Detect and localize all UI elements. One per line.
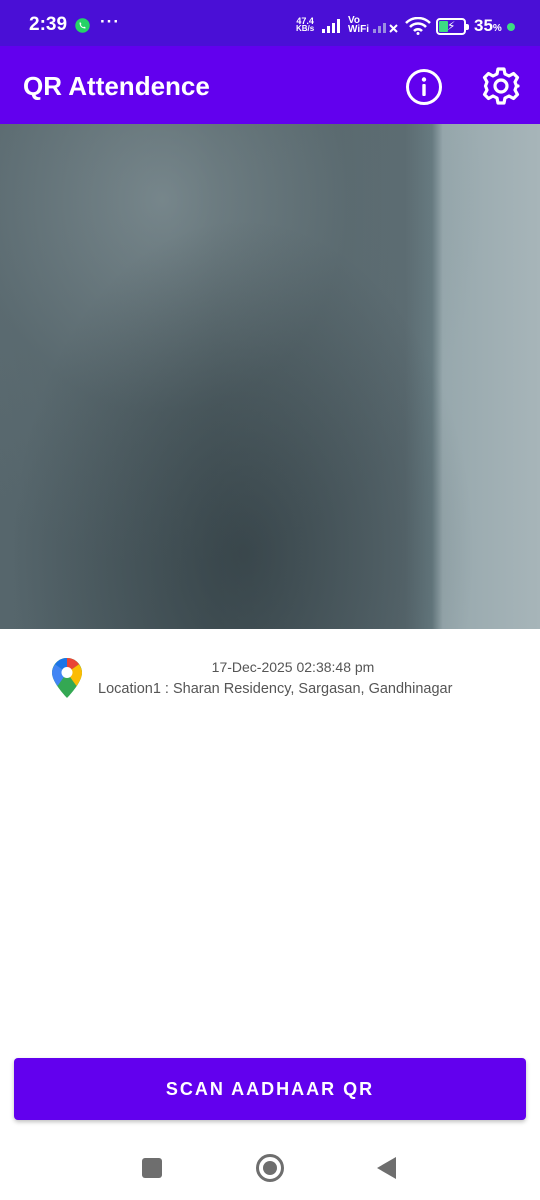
system-nav-bar	[0, 1138, 540, 1200]
whatsapp-icon	[75, 18, 90, 33]
home-button[interactable]	[256, 1154, 284, 1182]
app-bar: QR Attendence	[0, 46, 540, 124]
status-time: 2:39	[29, 14, 68, 35]
recent-apps-button[interactable]	[142, 1158, 162, 1178]
privacy-indicator-dot	[507, 23, 515, 31]
battery-charging-icon: ⚡	[436, 18, 469, 35]
back-button[interactable]	[377, 1157, 396, 1179]
home-icon	[263, 1161, 277, 1175]
more-notifications-icon: ···	[100, 12, 120, 31]
wifi-icon	[405, 17, 431, 35]
network-speed: 47.4 KB/s	[296, 16, 315, 33]
google-maps-pin-icon	[52, 658, 82, 698]
status-bar: 2:39 ··· 47.4 KB/s Vo WiFi ⚡ 35%	[0, 0, 540, 46]
info-icon[interactable]	[405, 68, 443, 106]
signal-icon	[322, 19, 340, 33]
scan-location: Location1 : Sharan Residency, Sargasan, …	[98, 681, 453, 697]
settings-icon[interactable]	[481, 66, 521, 106]
scan-aadhaar-qr-button[interactable]: SCAN AADHAAR QR	[14, 1058, 526, 1120]
scan-datetime: 17-Dec-2025 02:38:48 pm	[211, 659, 375, 675]
vowifi-indicator: Vo WiFi	[348, 15, 370, 35]
app-title: QR Attendence	[23, 71, 210, 101]
signal-off-icon	[373, 23, 398, 33]
battery-percent: 35%	[474, 16, 502, 35]
camera-preview[interactable]	[0, 124, 540, 629]
scan-info: 17-Dec-2025 02:38:48 pm Location1 : Shar…	[0, 650, 540, 710]
